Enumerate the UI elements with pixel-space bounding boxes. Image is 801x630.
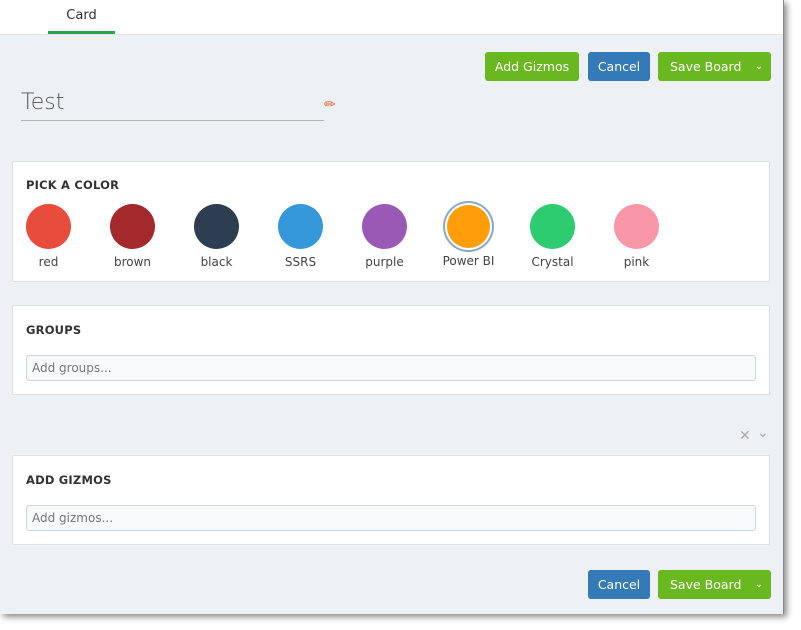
add-gizmos-button[interactable]: Add Gizmos — [485, 52, 579, 81]
color-label: pink — [623, 255, 650, 269]
groups-heading: GROUPS — [26, 323, 82, 337]
cancel-button[interactable]: Cancel — [588, 52, 650, 81]
color-swatch-brown[interactable]: brown — [91, 204, 175, 269]
chevron-down-icon[interactable]: ⌄ — [747, 52, 771, 81]
footer-cancel-button[interactable]: Cancel — [588, 570, 650, 599]
color-label: purple — [365, 255, 404, 269]
color-label: red — [38, 255, 59, 269]
color-circle[interactable] — [110, 204, 155, 249]
gizmos-input[interactable]: Add gizmos... — [26, 505, 756, 531]
color-label: brown — [113, 255, 152, 269]
color-circle[interactable] — [194, 204, 239, 249]
color-label: Power BI — [442, 254, 495, 268]
color-swatch-red[interactable]: red — [7, 204, 91, 269]
color-circle[interactable] — [362, 204, 407, 249]
pencil-icon[interactable]: ✏ — [324, 97, 336, 113]
color-swatch-purple[interactable]: purple — [343, 204, 427, 269]
color-circle[interactable] — [278, 204, 323, 249]
save-board-button[interactable]: Save Board ⌄ — [658, 52, 771, 81]
chevron-down-icon[interactable]: ⌄ — [757, 425, 769, 441]
board-editor-window: Card Add Gizmos Cancel Save Board ⌄ Test … — [0, 0, 784, 614]
groups-card: GROUPS Add groups... — [12, 305, 770, 395]
close-icon[interactable]: ✕ — [739, 428, 751, 444]
groups-input[interactable]: Add groups... — [26, 355, 756, 381]
board-title-input[interactable]: Test — [21, 86, 324, 121]
color-circle[interactable] — [614, 204, 659, 249]
add-gizmos-heading: ADD GIZMOS — [26, 473, 112, 487]
save-board-label: Save Board — [670, 59, 742, 74]
footer-save-board-button[interactable]: Save Board ⌄ — [658, 570, 771, 599]
color-circle[interactable] — [447, 205, 490, 248]
tab-bar: Card — [0, 0, 783, 35]
color-label: black — [200, 255, 233, 269]
color-label: SSRS — [284, 255, 317, 269]
color-swatch-pink[interactable]: pink — [595, 204, 679, 269]
color-swatch-black[interactable]: black — [175, 204, 259, 269]
color-swatch-ssrs[interactable]: SSRS — [259, 204, 343, 269]
tab-card[interactable]: Card — [48, 0, 115, 34]
color-circle[interactable] — [26, 204, 71, 249]
add-gizmos-card: ADD GIZMOS Add gizmos... — [12, 455, 770, 545]
color-label: Crystal — [531, 255, 574, 269]
chevron-down-icon[interactable]: ⌄ — [747, 570, 771, 599]
save-board-label: Save Board — [670, 577, 742, 592]
color-swatch-crystal[interactable]: Crystal — [511, 204, 595, 269]
pick-color-card: PICK A COLOR red brown black SSRS purple Powe… — [12, 161, 770, 282]
pick-color-heading: PICK A COLOR — [26, 178, 120, 192]
color-swatch-power-bi[interactable]: Power BI — [427, 204, 511, 268]
color-circle[interactable] — [530, 204, 575, 249]
